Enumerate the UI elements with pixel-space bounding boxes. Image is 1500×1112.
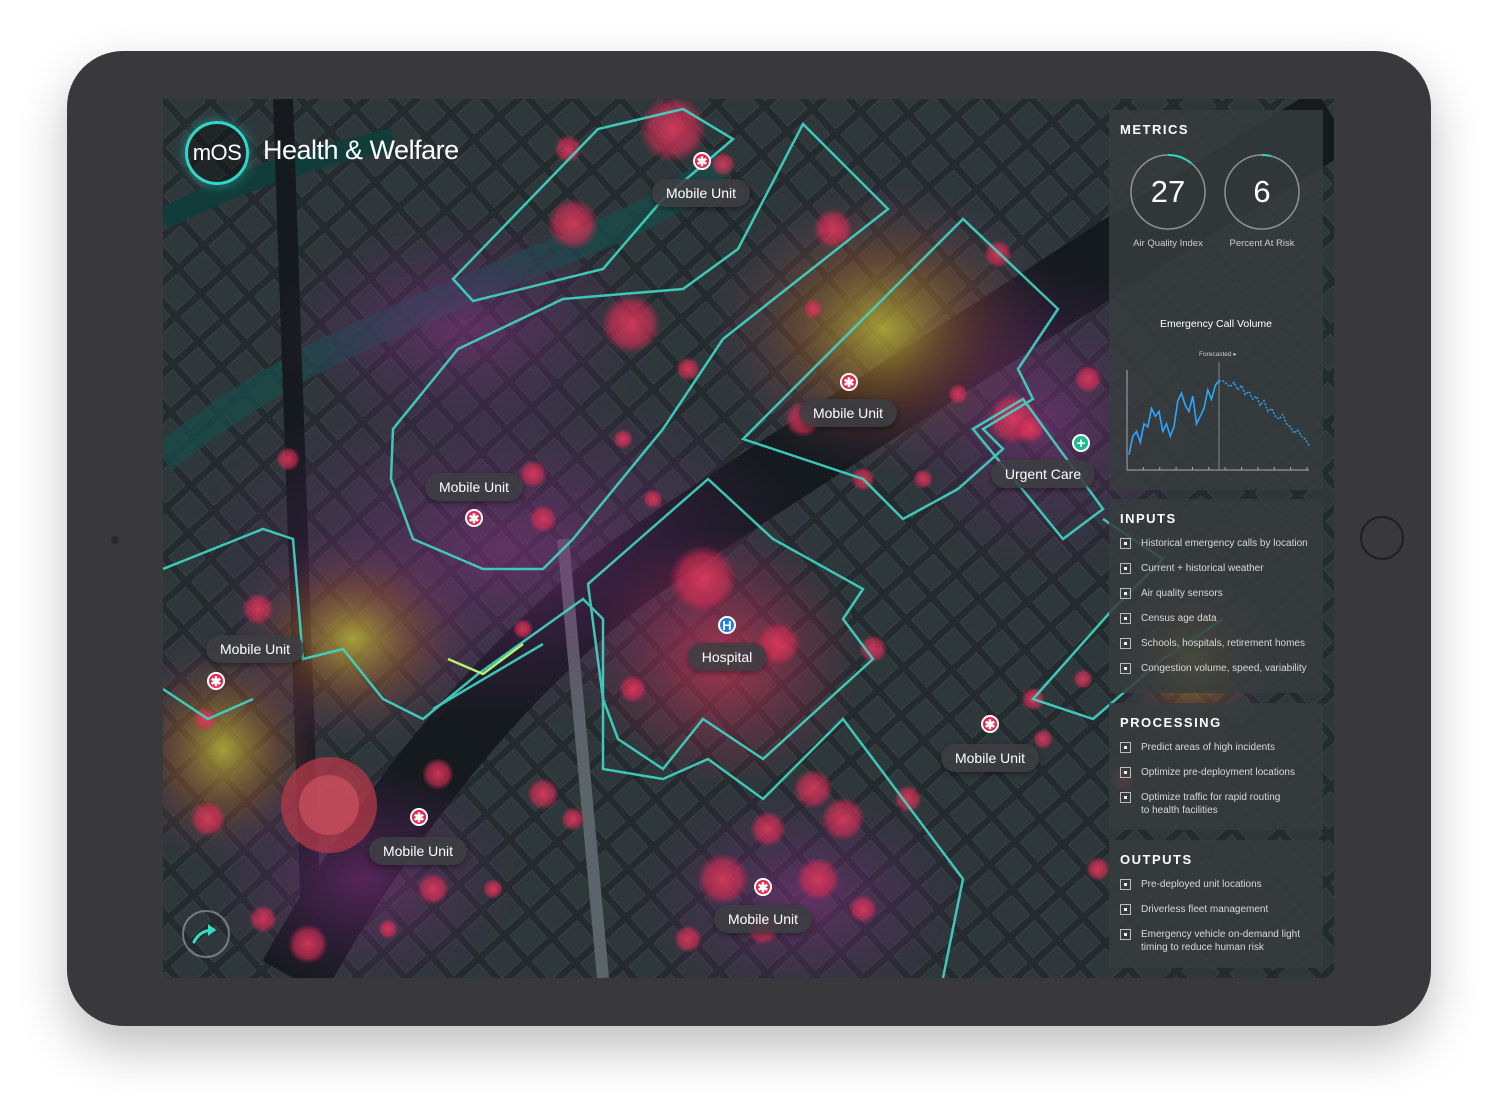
medical-asterisk-icon[interactable]: ✱ bbox=[840, 373, 858, 391]
output-item[interactable]: Pre-deployed unit locations bbox=[1120, 878, 1317, 891]
input-item-label: Current + historical weather bbox=[1141, 563, 1264, 574]
emergency-call-chart bbox=[1126, 362, 1310, 471]
input-item[interactable]: Historical emergency calls by location bbox=[1120, 537, 1317, 550]
camera bbox=[111, 536, 119, 544]
output-item-label: Driverless fleet management bbox=[1141, 904, 1269, 915]
outputs-heading: OUTPUTS bbox=[1120, 852, 1193, 867]
input-item[interactable]: Schools, hospitals, retirement homes bbox=[1120, 637, 1317, 650]
checkbox[interactable] bbox=[1120, 904, 1131, 915]
medical-asterisk-icon[interactable]: ✱ bbox=[981, 715, 999, 733]
outputs-panel: OUTPUTS Pre-deployed unit locations Driv… bbox=[1109, 840, 1323, 968]
map-label-mobile-unit[interactable]: Mobile Unit bbox=[368, 837, 468, 865]
map-label-hospital[interactable]: Hospital bbox=[687, 643, 767, 671]
input-item[interactable]: Air quality sensors bbox=[1120, 587, 1317, 600]
checkbox[interactable] bbox=[1120, 613, 1131, 624]
series-line-forecast bbox=[1219, 380, 1310, 446]
processing-item[interactable]: Optimize traffic for rapid routing to he… bbox=[1120, 791, 1317, 817]
checkbox[interactable] bbox=[1120, 563, 1131, 574]
percent-at-risk-label: Percent At Risk bbox=[1229, 238, 1295, 249]
output-item[interactable]: Driverless fleet management bbox=[1120, 903, 1317, 916]
checkbox[interactable] bbox=[1120, 767, 1131, 778]
processing-item-label: Optimize pre-deployment locations bbox=[1141, 767, 1295, 778]
processing-panel: PROCESSING Predict areas of high inciden… bbox=[1109, 703, 1323, 830]
percent-at-risk-value: 6 bbox=[1253, 174, 1271, 209]
map-label-mobile-unit[interactable]: Mobile Unit bbox=[424, 473, 524, 501]
arrow-turn-icon bbox=[192, 924, 216, 944]
map-label-mobile-unit[interactable]: Mobile Unit bbox=[651, 179, 751, 207]
processing-heading: PROCESSING bbox=[1120, 715, 1222, 730]
map-label-mobile-unit[interactable]: Mobile Unit bbox=[205, 635, 305, 663]
map-label-mobile-unit[interactable]: Mobile Unit bbox=[713, 905, 813, 933]
metrics-heading: METRICS bbox=[1120, 122, 1189, 137]
processing-item-label: Optimize traffic for rapid routing to he… bbox=[1141, 792, 1281, 816]
medical-asterisk-icon[interactable]: ✱ bbox=[754, 878, 772, 896]
forecast-label: Forecasted ▸ bbox=[1199, 351, 1237, 358]
map-label-urgent-care[interactable]: Urgent Care bbox=[990, 460, 1096, 488]
checkbox[interactable] bbox=[1120, 588, 1131, 599]
series-line-history bbox=[1128, 380, 1220, 455]
processing-item-label: Predict areas of high incidents bbox=[1141, 742, 1275, 753]
hospital-h-icon[interactable]: H bbox=[718, 616, 736, 634]
checkbox[interactable] bbox=[1120, 929, 1131, 940]
map-label-mobile-unit[interactable]: Mobile Unit bbox=[798, 399, 898, 427]
medical-asterisk-icon[interactable]: ✱ bbox=[693, 152, 711, 170]
medical-asterisk-icon[interactable]: ✱ bbox=[207, 672, 225, 690]
home-button[interactable] bbox=[1360, 516, 1404, 560]
input-item[interactable]: Census age data bbox=[1120, 612, 1317, 625]
input-item-label: Air quality sensors bbox=[1141, 588, 1223, 599]
output-item-label: Pre-deployed unit locations bbox=[1141, 879, 1262, 890]
processing-item[interactable]: Predict areas of high incidents bbox=[1120, 741, 1317, 754]
map-label-mobile-unit[interactable]: Mobile Unit bbox=[940, 744, 1040, 772]
inputs-heading: INPUTS bbox=[1120, 511, 1177, 526]
inputs-panel: INPUTS Historical emergency calls by loc… bbox=[1109, 499, 1323, 693]
metrics-panel: METRICS 27 Air Quality Index 6 Percent A… bbox=[1109, 110, 1323, 490]
processing-item[interactable]: Optimize pre-deployment locations bbox=[1120, 766, 1317, 779]
mos-logo[interactable]: mOS bbox=[185, 121, 249, 185]
checkbox[interactable] bbox=[1120, 879, 1131, 890]
input-item[interactable]: Current + historical weather bbox=[1120, 562, 1317, 575]
chart-title: Emergency Call Volume bbox=[1159, 318, 1273, 330]
input-item-label: Census age data bbox=[1141, 613, 1217, 624]
input-item-label: Schools, hospitals, retirement homes bbox=[1141, 638, 1305, 649]
navigation-button[interactable] bbox=[182, 910, 230, 958]
checkbox[interactable] bbox=[1120, 742, 1131, 753]
plus-icon[interactable]: + bbox=[1072, 434, 1090, 452]
checkbox[interactable] bbox=[1120, 538, 1131, 549]
output-item-label: Emergency vehicle on-demand light timing… bbox=[1141, 929, 1300, 953]
output-item[interactable]: Emergency vehicle on-demand light timing… bbox=[1120, 928, 1317, 954]
input-item[interactable]: Congestion volume, speed, variability bbox=[1120, 662, 1317, 675]
input-item-label: Historical emergency calls by location bbox=[1141, 538, 1308, 549]
medical-asterisk-icon[interactable]: ✱ bbox=[410, 808, 428, 826]
app-title: Health & Welfare bbox=[263, 135, 459, 165]
screen: mOS Health & Welfare ✱ Mobile Unit ✱ Mob… bbox=[163, 99, 1334, 978]
input-item-label: Congestion volume, speed, variability bbox=[1141, 663, 1307, 674]
checkbox[interactable] bbox=[1120, 792, 1131, 803]
checkbox[interactable] bbox=[1120, 663, 1131, 674]
air-quality-value: 27 bbox=[1150, 174, 1186, 209]
medical-asterisk-icon[interactable]: ✱ bbox=[465, 509, 483, 527]
checkbox[interactable] bbox=[1120, 638, 1131, 649]
air-quality-label: Air Quality Index bbox=[1133, 238, 1203, 249]
